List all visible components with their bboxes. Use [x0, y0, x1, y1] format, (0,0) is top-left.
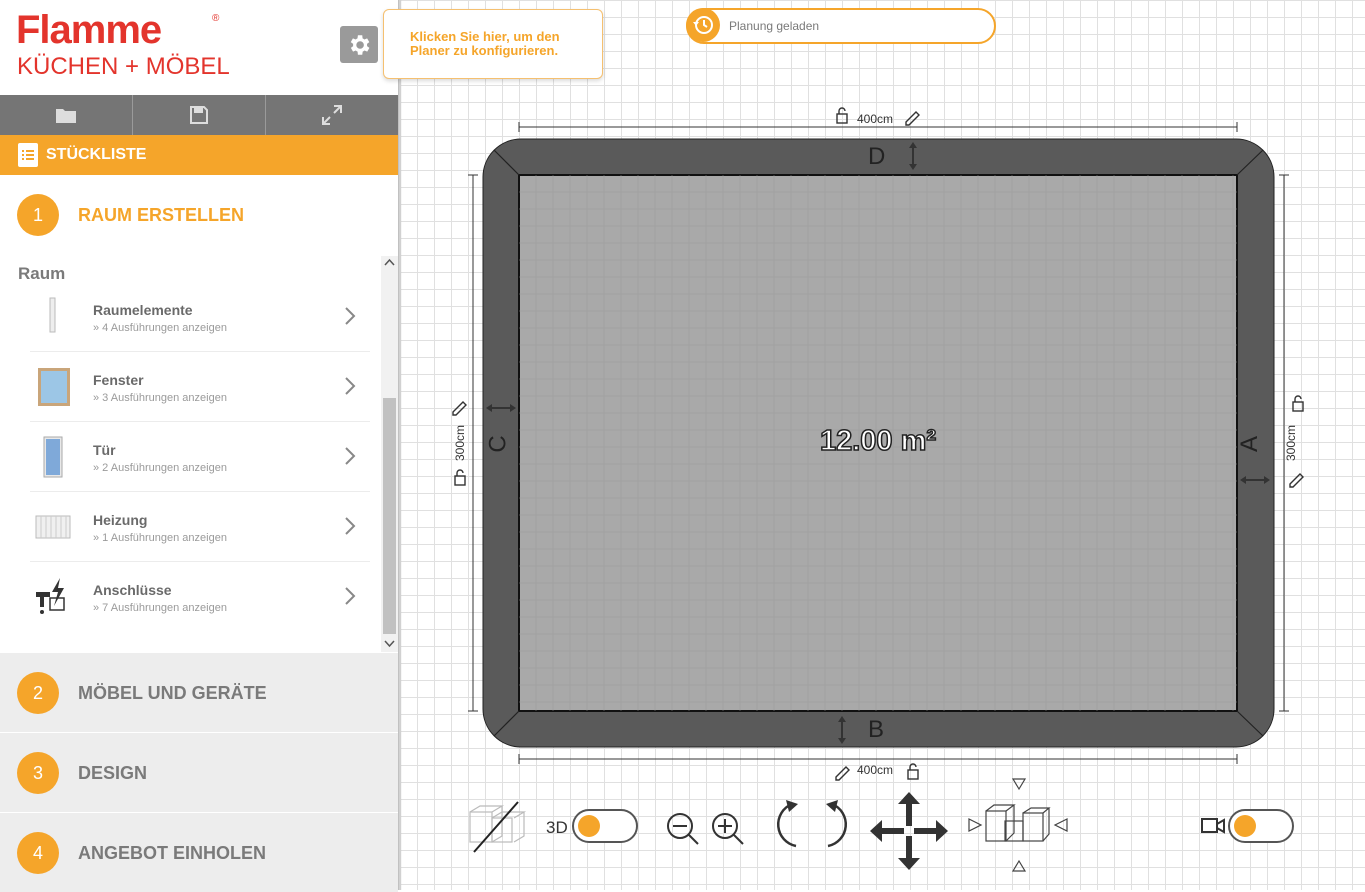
dimension-right[interactable]: 300cm: [1284, 425, 1298, 461]
wall-label-bottom: B: [868, 716, 885, 743]
zoom-out-icon[interactable]: [664, 810, 700, 846]
rotate-left-icon[interactable]: [770, 798, 802, 850]
wall-label-top: D: [868, 143, 886, 170]
room-area: 12.00 m²: [819, 424, 937, 458]
config-tooltip[interactable]: Klicken Sie hier, um den Planer zu konfi…: [383, 9, 603, 79]
video-camera-icon[interactable]: [1200, 815, 1226, 837]
tooltip-text: Klicken Sie hier, um den Planer zu konfi…: [410, 29, 560, 58]
camera-toggle[interactable]: [1228, 809, 1294, 843]
zoom-in-icon[interactable]: [709, 810, 745, 846]
dimension-left[interactable]: 300cm: [453, 425, 467, 461]
dimension-bottom[interactable]: 400cm: [857, 763, 893, 777]
camera-orbit-icon[interactable]: [965, 775, 1070, 875]
wall-label-left: C: [484, 435, 512, 453]
view-3d-toggle[interactable]: [572, 809, 638, 843]
room-plan[interactable]: [0, 0, 1365, 890]
pan-arrows-icon[interactable]: [868, 790, 950, 872]
toggle-knob: [578, 815, 600, 837]
rotate-right-icon[interactable]: [822, 798, 854, 850]
dimension-top[interactable]: 400cm: [857, 112, 893, 126]
view-3d-label: 3D: [546, 818, 568, 837]
wall-label-right: A: [1236, 435, 1264, 453]
toggle-knob: [1234, 815, 1256, 837]
view-2d-icon[interactable]: [466, 800, 530, 854]
